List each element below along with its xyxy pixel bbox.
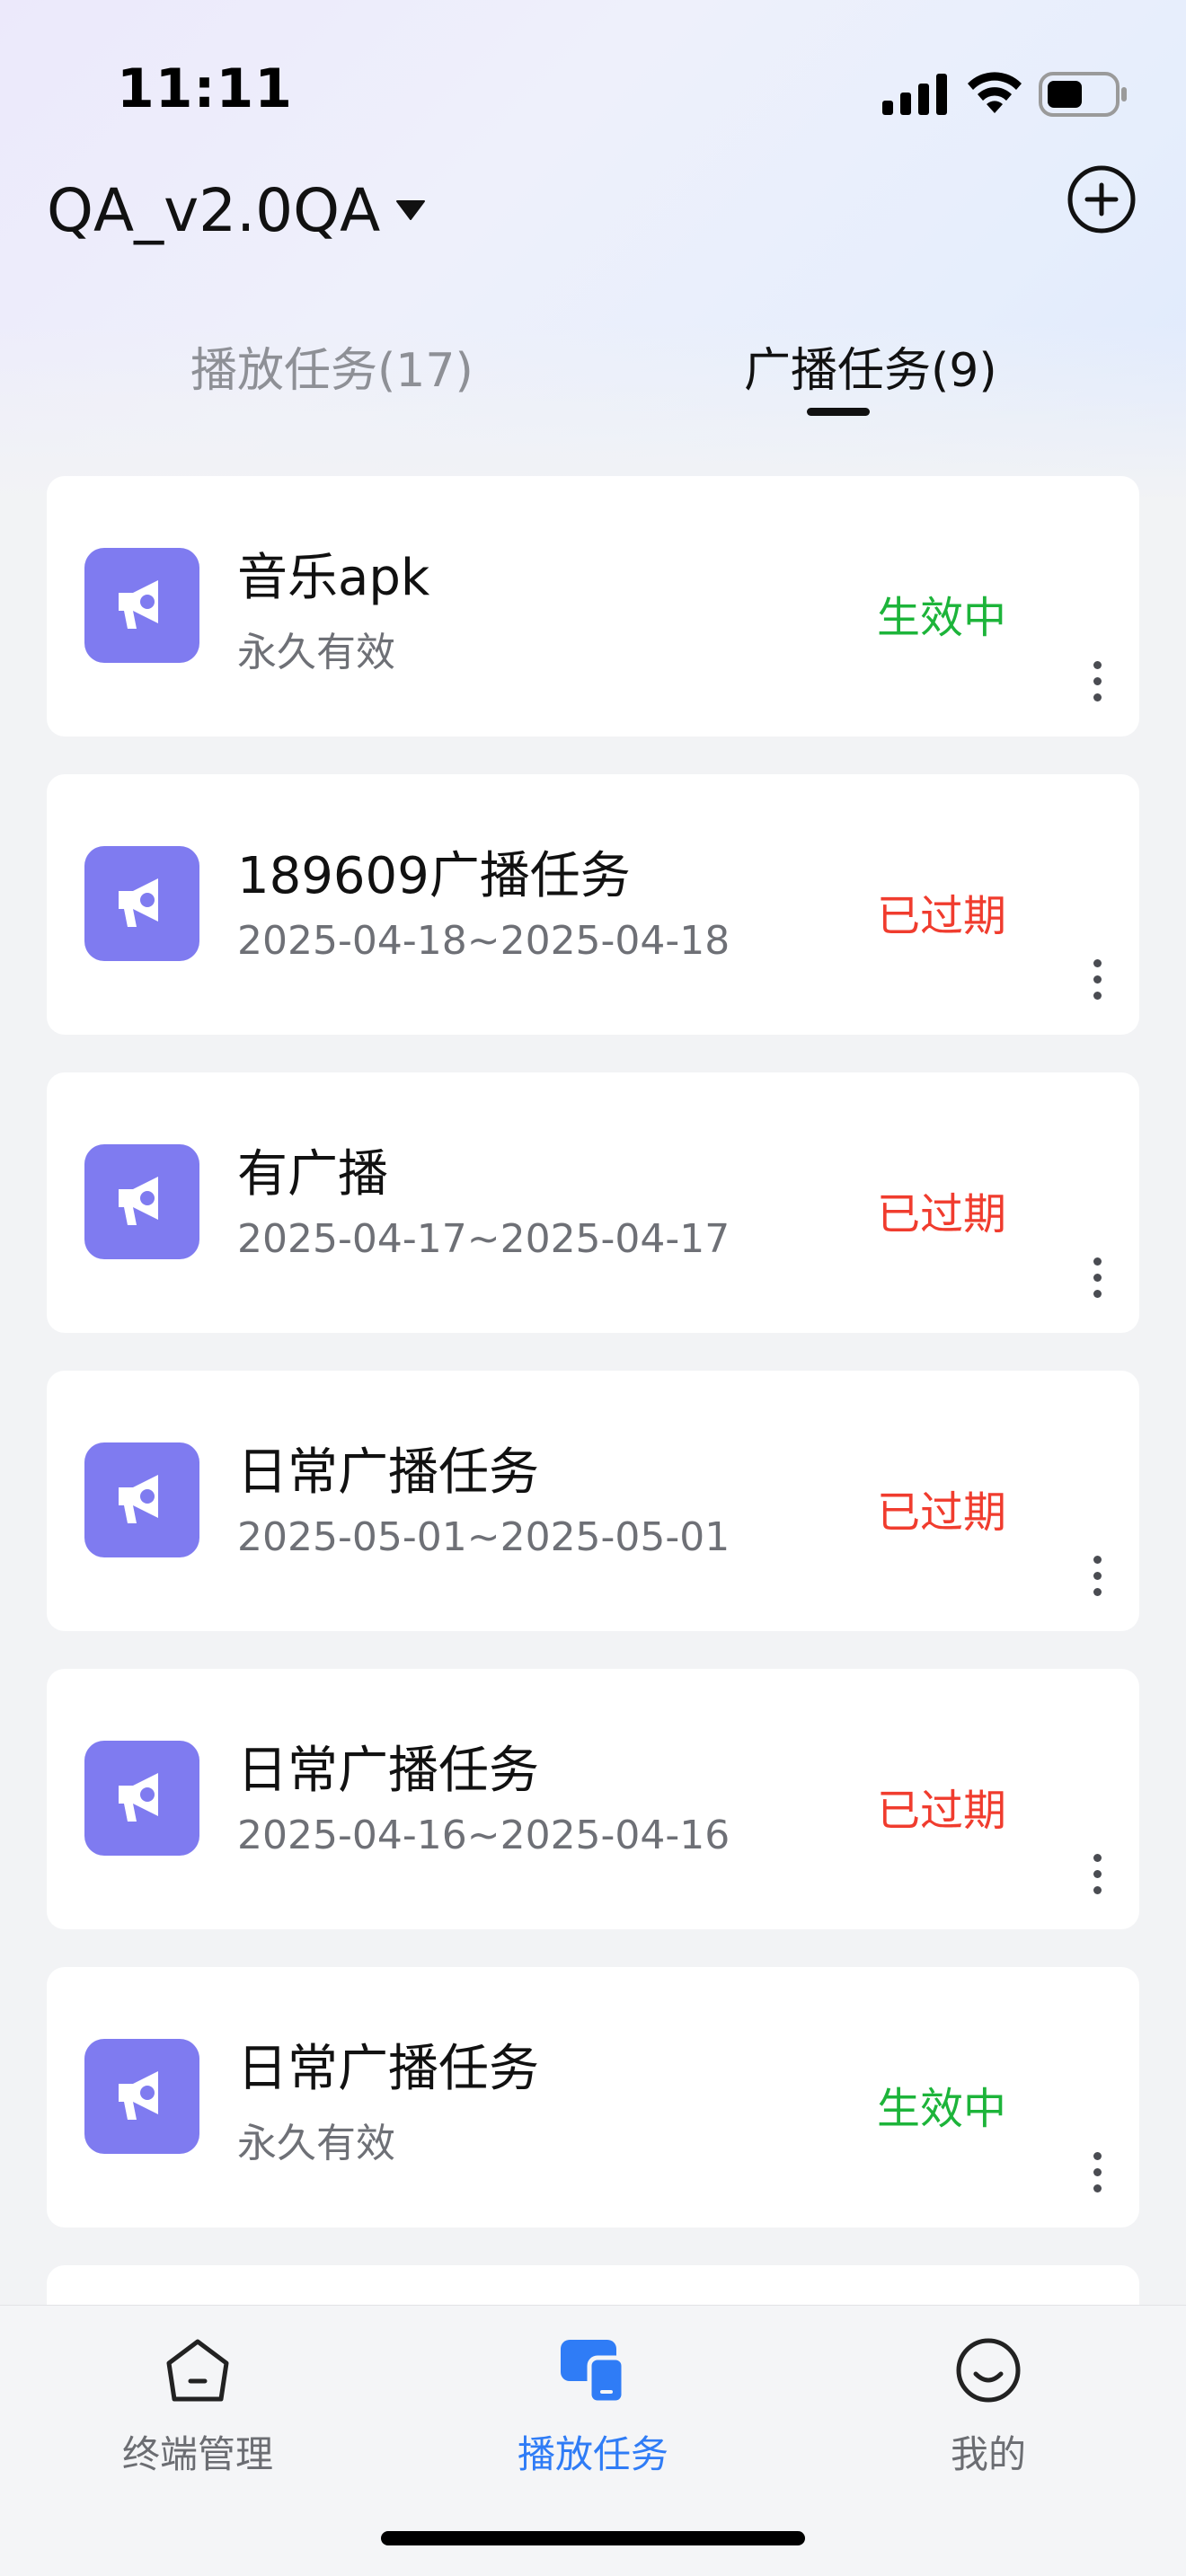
task-card[interactable]: 189609广播任务 2025-04-18~2025-04-18 已过期 bbox=[47, 774, 1139, 1035]
megaphone-icon bbox=[119, 580, 158, 629]
megaphone-icon bbox=[119, 878, 158, 927]
task-title: 日常广播任务 bbox=[237, 1443, 539, 1502]
task-icon bbox=[84, 1144, 199, 1259]
status-badge: 已过期 bbox=[876, 1487, 1006, 1538]
tab-broadcast-tasks[interactable]: 广播任务(9) bbox=[744, 332, 997, 400]
task-card[interactable]: 日常广播任务 2025-04-16~2025-04-16 已过期 bbox=[47, 1669, 1139, 1929]
nav-label: 播放任务 bbox=[517, 2432, 668, 2476]
task-icon bbox=[84, 1442, 199, 1557]
megaphone-icon bbox=[119, 2071, 158, 2120]
status-badge: 已过期 bbox=[876, 891, 1006, 941]
home-indicator bbox=[381, 2531, 805, 2545]
status-badge: 已过期 bbox=[876, 1786, 1006, 1836]
home-icon bbox=[166, 2339, 229, 2402]
task-title: 189609广播任务 bbox=[237, 847, 631, 905]
task-icon bbox=[84, 846, 199, 961]
task-validity: 永久有效 bbox=[237, 2121, 395, 2166]
status-time: 11:11 bbox=[117, 57, 293, 120]
task-title: 有广播 bbox=[237, 1145, 388, 1204]
more-options-button[interactable] bbox=[1080, 2141, 1116, 2204]
status-badge: 生效中 bbox=[876, 2084, 1006, 2134]
caret-down-icon[interactable] bbox=[395, 199, 426, 221]
task-title: 音乐apk bbox=[237, 549, 430, 607]
wifi-icon bbox=[968, 72, 1022, 113]
task-card[interactable]: 音乐apk 永久有效 生效中 bbox=[47, 476, 1139, 737]
task-icon bbox=[84, 548, 199, 663]
task-validity: 2025-05-01~2025-05-01 bbox=[237, 1514, 730, 1560]
task-validity: 2025-04-17~2025-04-17 bbox=[237, 1216, 730, 1262]
task-validity: 2025-04-16~2025-04-16 bbox=[237, 1813, 730, 1858]
nav-label: 终端管理 bbox=[121, 2432, 273, 2476]
task-card[interactable]: 有广播 2025-04-17~2025-04-17 已过期 bbox=[47, 1072, 1139, 1333]
task-validity: 2025-04-18~2025-04-18 bbox=[237, 918, 730, 964]
more-options-button[interactable] bbox=[1080, 650, 1116, 713]
active-tab-indicator bbox=[807, 408, 870, 416]
add-button[interactable] bbox=[1066, 163, 1137, 235]
status-bar: 11:11 bbox=[0, 0, 1186, 162]
more-options-button[interactable] bbox=[1080, 1843, 1116, 1906]
task-card[interactable]: 日常广播任务 永久有效 生效中 bbox=[47, 1967, 1139, 2228]
nav-mine[interactable]: 我的 bbox=[881, 2334, 1096, 2487]
smile-icon bbox=[956, 2338, 1021, 2403]
megaphone-icon bbox=[119, 1773, 158, 1822]
nav-label: 我的 bbox=[950, 2432, 1026, 2476]
task-validity: 永久有效 bbox=[237, 630, 395, 675]
nav-terminal-management[interactable]: 终端管理 bbox=[90, 2334, 305, 2487]
workspace-selector[interactable]: QA_v2.0QA bbox=[47, 176, 380, 245]
task-title: 日常广播任务 bbox=[237, 1742, 539, 1800]
more-options-button[interactable] bbox=[1080, 1247, 1116, 1310]
nav-play-tasks[interactable]: 播放任务 bbox=[485, 2334, 701, 2487]
tab-play-tasks[interactable]: 播放任务(17) bbox=[190, 332, 474, 400]
status-badge: 生效中 bbox=[876, 593, 1006, 643]
task-card[interactable]: 日常广播任务 2025-05-01~2025-05-01 已过期 bbox=[47, 1371, 1139, 1631]
more-options-button[interactable] bbox=[1080, 948, 1116, 1011]
more-options-button[interactable] bbox=[1080, 1545, 1116, 1608]
status-badge: 已过期 bbox=[876, 1189, 1006, 1239]
devices-icon bbox=[561, 2340, 626, 2405]
megaphone-icon bbox=[119, 1177, 158, 1225]
megaphone-icon bbox=[119, 1475, 158, 1523]
task-icon bbox=[84, 2039, 199, 2154]
task-icon bbox=[84, 1741, 199, 1856]
signal-icon bbox=[882, 74, 947, 115]
task-title: 日常广播任务 bbox=[237, 2040, 539, 2098]
battery-icon bbox=[1039, 72, 1127, 117]
